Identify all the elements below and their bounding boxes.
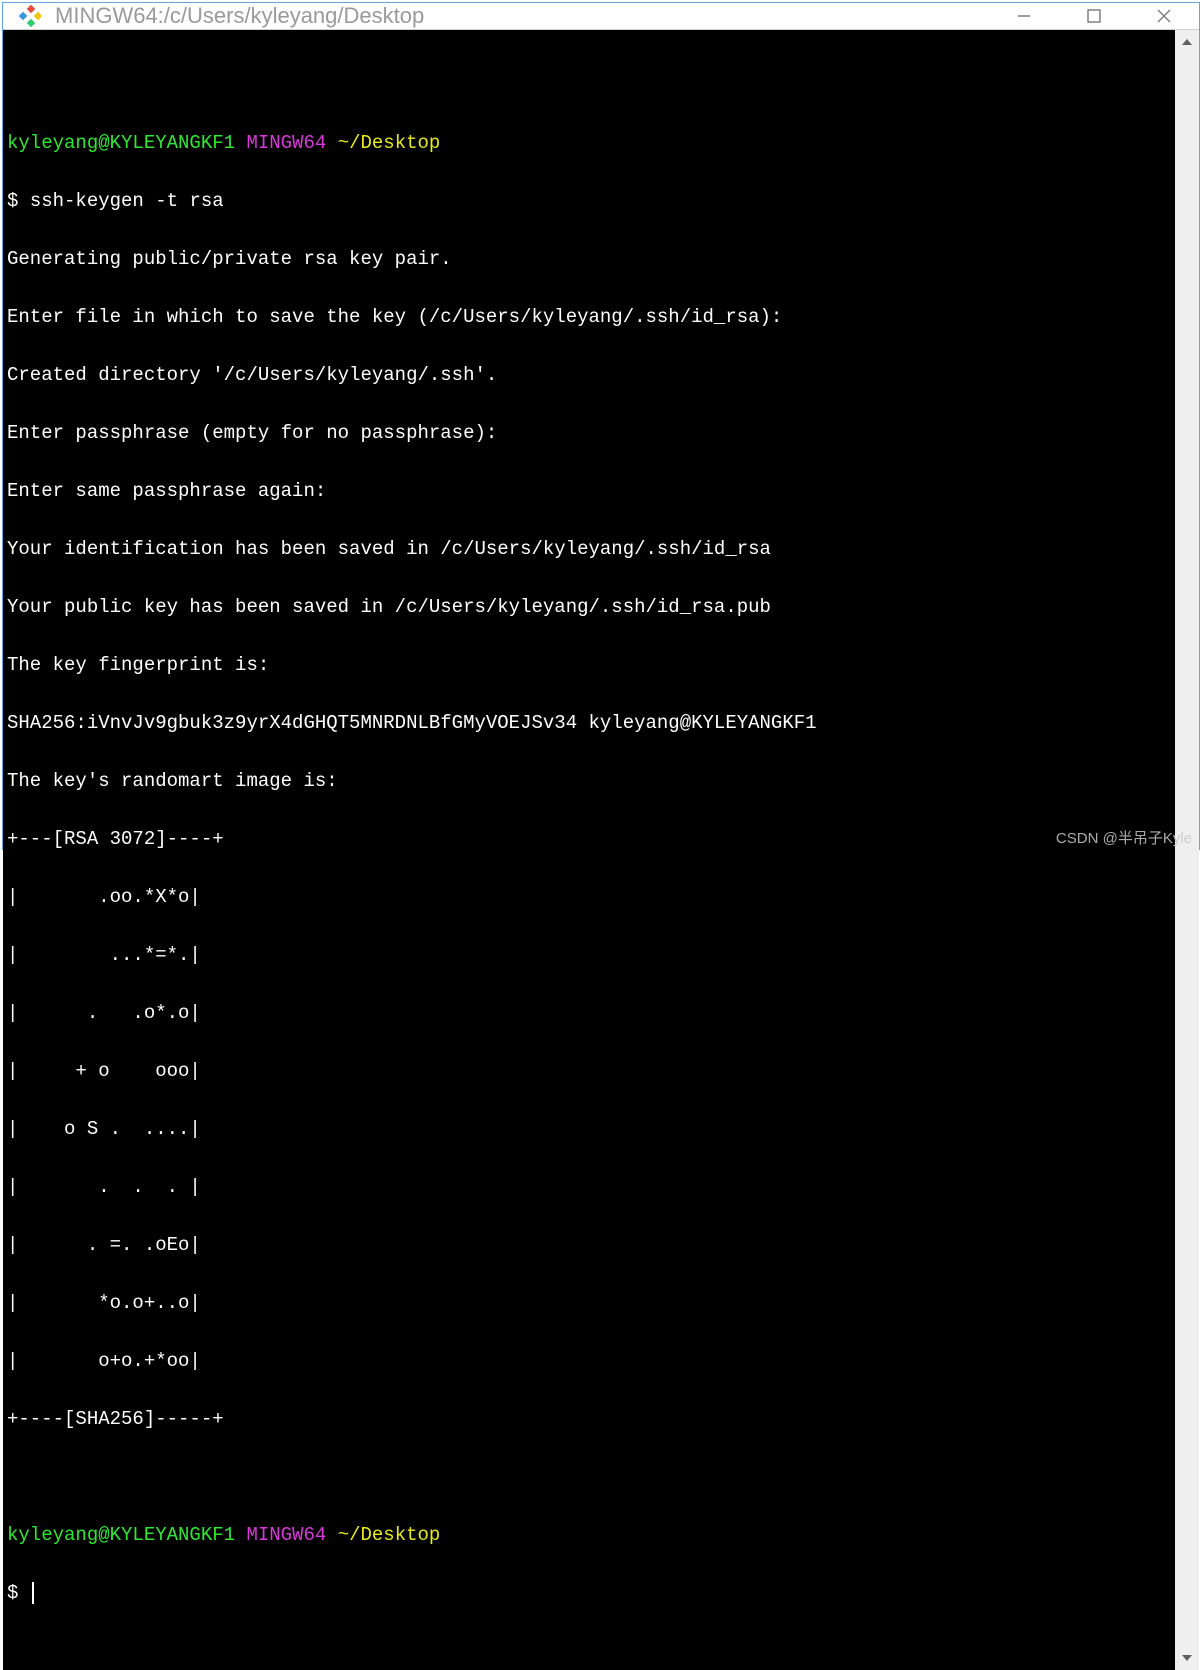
prompt-line: kyleyang@KYLEYANGKF1 MINGW64 ~/Desktop bbox=[7, 129, 1171, 158]
randomart-line: | o+o.+*oo| bbox=[7, 1347, 1171, 1376]
output-line: Created directory '/c/Users/kyleyang/.ss… bbox=[7, 361, 1171, 390]
prompt-user-host: kyleyang@KYLEYANGKF1 bbox=[7, 1524, 235, 1546]
randomart-line: | ...*=*.| bbox=[7, 941, 1171, 970]
terminal-area: kyleyang@KYLEYANGKF1 MINGW64 ~/Desktop $… bbox=[3, 30, 1199, 1670]
window-controls bbox=[989, 3, 1199, 29]
output-line: Your public key has been saved in /c/Use… bbox=[7, 593, 1171, 622]
command-text: ssh-keygen -t rsa bbox=[30, 190, 224, 212]
randomart-line: +----[SHA256]-----+ bbox=[7, 1405, 1171, 1434]
randomart-line: | . =. .oEo| bbox=[7, 1231, 1171, 1260]
output-line: Enter same passphrase again: bbox=[7, 477, 1171, 506]
cursor bbox=[32, 1582, 34, 1604]
empty-line bbox=[7, 1463, 1171, 1492]
output-line: Your identification has been saved in /c… bbox=[7, 535, 1171, 564]
window-title: MINGW64:/c/Users/kyleyang/Desktop bbox=[55, 3, 989, 29]
prompt-env: MINGW64 bbox=[246, 1524, 326, 1546]
app-icon bbox=[17, 4, 41, 28]
prompt-user-host: kyleyang@KYLEYANGKF1 bbox=[7, 132, 235, 154]
empty-line bbox=[7, 71, 1171, 100]
close-button[interactable] bbox=[1129, 3, 1199, 29]
output-line: Enter passphrase (empty for no passphras… bbox=[7, 419, 1171, 448]
randomart-line: | .oo.*X*o| bbox=[7, 883, 1171, 912]
output-line: SHA256:iVnvJv9gbuk3z9yrX4dGHQT5MNRDNLBfG… bbox=[7, 709, 1171, 738]
prompt-path: ~/Desktop bbox=[338, 132, 441, 154]
output-line: The key fingerprint is: bbox=[7, 651, 1171, 680]
scrollbar[interactable] bbox=[1175, 30, 1199, 1670]
scroll-down-icon[interactable] bbox=[1175, 1646, 1199, 1670]
prompt-line: kyleyang@KYLEYANGKF1 MINGW64 ~/Desktop bbox=[7, 1521, 1171, 1550]
prompt-symbol: $ bbox=[7, 1582, 30, 1604]
output-line: The key's randomart image is: bbox=[7, 767, 1171, 796]
scroll-track[interactable] bbox=[1175, 54, 1199, 1646]
randomart-line: | + o ooo| bbox=[7, 1057, 1171, 1086]
prompt-env: MINGW64 bbox=[246, 132, 326, 154]
randomart-line: | . . . | bbox=[7, 1173, 1171, 1202]
randomart-line: | . .o*.o| bbox=[7, 999, 1171, 1028]
randomart-line: | o S . ....| bbox=[7, 1115, 1171, 1144]
prompt-path: ~/Desktop bbox=[338, 1524, 441, 1546]
prompt-symbol: $ bbox=[7, 190, 30, 212]
randomart-line: | *o.o+..o| bbox=[7, 1289, 1171, 1318]
output-line: Enter file in which to save the key (/c/… bbox=[7, 303, 1171, 332]
minimize-button[interactable] bbox=[989, 3, 1059, 29]
terminal-content[interactable]: kyleyang@KYLEYANGKF1 MINGW64 ~/Desktop $… bbox=[3, 30, 1175, 1670]
command-line: $ bbox=[7, 1579, 1171, 1608]
scroll-up-icon[interactable] bbox=[1175, 30, 1199, 54]
output-line: Generating public/private rsa key pair. bbox=[7, 245, 1171, 274]
titlebar[interactable]: MINGW64:/c/Users/kyleyang/Desktop bbox=[3, 3, 1199, 30]
command-line: $ ssh-keygen -t rsa bbox=[7, 187, 1171, 216]
terminal-window: MINGW64:/c/Users/kyleyang/Desktop kyleya… bbox=[2, 2, 1200, 850]
randomart-line: +---[RSA 3072]----+ bbox=[7, 825, 1171, 854]
maximize-button[interactable] bbox=[1059, 3, 1129, 29]
